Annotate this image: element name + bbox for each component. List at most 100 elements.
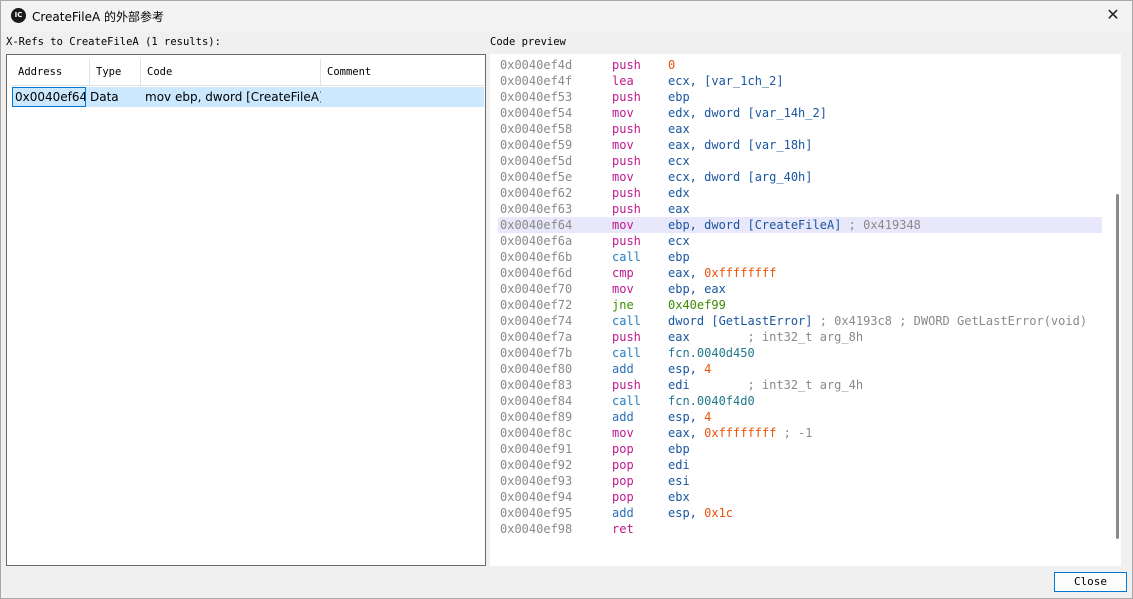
code-line[interactable]: 0x0040ef53 push ebp xyxy=(498,89,1102,105)
code-operands: ebp, dword [CreateFileA] ; 0x419348 xyxy=(668,217,921,233)
code-mnemonic: pop xyxy=(612,442,634,456)
code-address: 0x0040ef94 xyxy=(500,490,573,504)
operand-num: 4 xyxy=(704,410,712,424)
code-line[interactable]: 0x0040ef74 call dword [GetLastError] ; 0x4… xyxy=(498,313,1102,329)
code-mnemonic: push xyxy=(612,202,641,216)
code-line[interactable]: 0x0040ef92 pop edi xyxy=(498,457,1102,473)
operand-reg: eax xyxy=(668,330,690,344)
code-mnemonic: push xyxy=(612,186,641,200)
close-button[interactable]: Close xyxy=(1054,572,1127,592)
operand-num: 4 xyxy=(704,362,712,376)
code-address: 0x0040ef7b xyxy=(500,346,573,360)
close-icon[interactable]: ✕ xyxy=(1104,6,1122,24)
code-mnemonic: mov xyxy=(612,218,634,232)
operand-cmt: ; -1 xyxy=(776,426,813,440)
code-address: 0x0040ef7a xyxy=(500,330,573,344)
code-line[interactable]: 0x0040ef7a push eax ; int32_t arg_8h xyxy=(498,329,1102,345)
code-line[interactable]: 0x0040ef80 add esp, 4 xyxy=(498,361,1102,377)
code-operands: eax ; int32_t arg_8h xyxy=(668,329,863,345)
code-line[interactable]: 0x0040ef63 push eax xyxy=(498,201,1102,217)
table-row[interactable]: 0x0040ef64 Data mov ebp, dword [CreateFi… xyxy=(12,87,484,107)
operand-reg: ] xyxy=(805,314,820,328)
code-mnemonic: pop xyxy=(612,490,634,504)
xrefs-table[interactable]: ︿ Address Type Code Comment 0x0040ef64 D… xyxy=(6,54,486,566)
operand-reg: ecx xyxy=(668,154,690,168)
cell-type: Data xyxy=(90,90,119,104)
operand-num: 0xffffffff xyxy=(704,266,777,280)
code-address: 0x0040ef89 xyxy=(500,410,573,424)
code-line[interactable]: 0x0040ef89 add esp, 4 xyxy=(498,409,1102,425)
code-mnemonic: push xyxy=(612,330,641,344)
code-operands: eax xyxy=(668,121,690,137)
operand-var: CreateFileA xyxy=(754,218,835,232)
code-operands: ecx, dword [arg_40h] xyxy=(668,169,813,185)
code-line[interactable]: 0x0040ef6b call ebp xyxy=(498,249,1102,265)
column-header-type[interactable]: Type xyxy=(90,59,141,85)
code-address: 0x0040ef6a xyxy=(500,234,573,248)
code-line[interactable]: 0x0040ef6a push ecx xyxy=(498,233,1102,249)
operand-reg: ebx xyxy=(668,490,690,504)
code-operands: 0 xyxy=(668,57,675,73)
operand-var: arg_40h xyxy=(754,170,806,184)
code-address: 0x0040ef63 xyxy=(500,202,573,216)
code-line[interactable]: 0x0040ef84 call fcn.0040f4d0 xyxy=(498,393,1102,409)
code-line[interactable]: 0x0040ef83 push edi ; int32_t arg_4h xyxy=(498,377,1102,393)
code-line[interactable]: 0x0040ef94 pop ebx xyxy=(498,489,1102,505)
code-line[interactable]: 0x0040ef58 push eax xyxy=(498,121,1102,137)
column-header-comment[interactable]: Comment xyxy=(321,59,484,85)
code-address: 0x0040ef83 xyxy=(500,378,573,392)
code-address: 0x0040ef95 xyxy=(500,506,573,520)
code-address: 0x0040ef6d xyxy=(500,266,573,280)
code-line[interactable]: 0x0040ef64 mov ebp, dword [CreateFileA] ; … xyxy=(498,217,1102,233)
code-line[interactable]: 0x0040ef62 push edx xyxy=(498,185,1102,201)
code-line[interactable]: 0x0040ef4d push 0 xyxy=(498,57,1102,73)
app-logo-icon: IC xyxy=(11,8,26,23)
operand-reg: eax, dword [ xyxy=(668,138,755,152)
code-address: 0x0040ef92 xyxy=(500,458,573,472)
code-preview-panel[interactable]: 0x0040ef4d push 0 0x0040ef4f lea ecx, [var_1c… xyxy=(490,54,1111,566)
operand-cmt: ; 0x419348 xyxy=(848,218,921,232)
code-mnemonic: call xyxy=(612,346,641,360)
code-mnemonic: call xyxy=(612,394,641,408)
code-line[interactable]: 0x0040ef59 mov eax, dword [var_18h] xyxy=(498,137,1102,153)
column-header-code[interactable]: Code xyxy=(141,59,321,85)
code-operands: eax, 0xffffffff ; -1 xyxy=(668,425,813,441)
code-line[interactable]: 0x0040ef5d push ecx xyxy=(498,153,1102,169)
code-address: 0x0040ef6b xyxy=(500,250,573,264)
code-preview-scrollbar[interactable] xyxy=(1111,54,1121,566)
code-line[interactable]: 0x0040ef8c mov eax, 0xffffffff ; -1 xyxy=(498,425,1102,441)
code-operands: esp, 4 xyxy=(668,409,711,425)
code-line[interactable]: 0x0040ef98 ret xyxy=(498,521,1102,537)
operand-reg: edi xyxy=(668,458,690,472)
code-line[interactable]: 0x0040ef70 mov ebp, eax xyxy=(498,281,1102,297)
operand-reg: ecx, [ xyxy=(668,74,712,88)
code-address: 0x0040ef80 xyxy=(500,362,573,376)
code-line[interactable]: 0x0040ef7b call fcn.0040d450 xyxy=(498,345,1102,361)
code-line[interactable]: 0x0040ef91 pop ebp xyxy=(498,441,1102,457)
code-line[interactable]: 0x0040ef5e mov ecx, dword [arg_40h] xyxy=(498,169,1102,185)
code-operands: dword [GetLastError] ; 0x4193c8 ; DWORD … xyxy=(668,313,1087,329)
operand-var: var_14h_2 xyxy=(754,106,820,120)
operand-reg: esp, xyxy=(668,410,705,424)
code-line[interactable]: 0x0040ef54 mov edx, dword [var_14h_2] xyxy=(498,105,1102,121)
operand-reg: edi xyxy=(668,378,690,392)
code-line[interactable]: 0x0040ef72 jne 0x40ef99 xyxy=(498,297,1102,313)
scrollbar-thumb[interactable] xyxy=(1116,194,1119,539)
code-address: 0x0040ef5e xyxy=(500,170,573,184)
operand-reg: esp, xyxy=(668,362,705,376)
operand-num: 0x1c xyxy=(704,506,734,520)
operand-jmp: 0x40ef99 xyxy=(668,298,726,312)
code-line[interactable]: 0x0040ef4f lea ecx, [var_1ch_2] xyxy=(498,73,1102,89)
code-mnemonic: mov xyxy=(612,106,634,120)
code-line[interactable]: 0x0040ef93 pop esi xyxy=(498,473,1102,489)
code-line[interactable]: 0x0040ef95 add esp, 0x1c xyxy=(498,505,1102,521)
code-mnemonic: lea xyxy=(612,74,634,88)
code-address: 0x0040ef58 xyxy=(500,122,573,136)
column-header-address[interactable]: ︿ Address xyxy=(12,59,90,85)
code-line[interactable]: 0x0040ef6d cmp eax, 0xffffffff xyxy=(498,265,1102,281)
cell-code: mov ebp, dword [CreateFileA] xyxy=(145,90,321,104)
code-address: 0x0040ef98 xyxy=(500,522,573,536)
operand-reg: eax, xyxy=(668,266,705,280)
code-operands: ebp xyxy=(668,89,690,105)
code-address: 0x0040ef54 xyxy=(500,106,573,120)
